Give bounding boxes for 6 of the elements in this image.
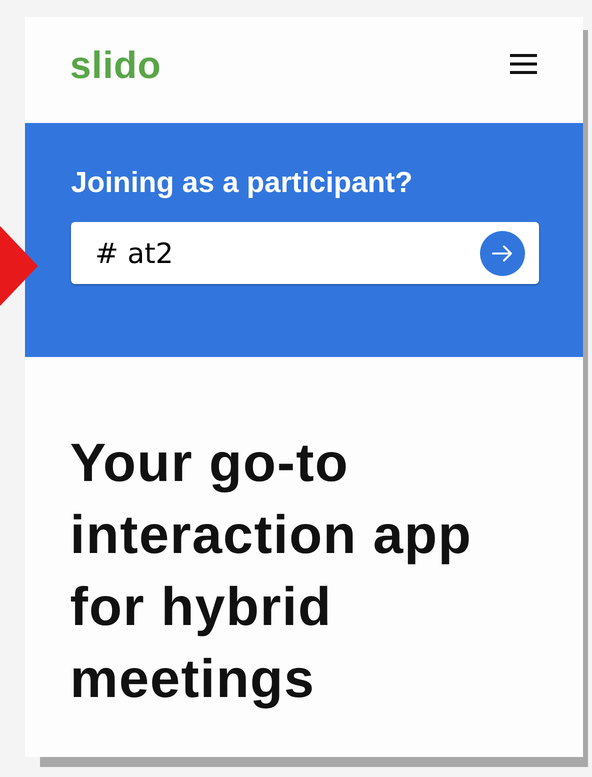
hero-headline: Your go-to interaction app for hybrid meetings: [70, 432, 474, 711]
menu-icon[interactable]: [510, 54, 537, 74]
submit-arrow-button[interactable]: [480, 230, 525, 276]
event-code-field[interactable]: # at2: [71, 222, 539, 284]
pointer-arrow-icon: [0, 226, 40, 306]
join-title: Joining as a participant?: [71, 167, 414, 200]
